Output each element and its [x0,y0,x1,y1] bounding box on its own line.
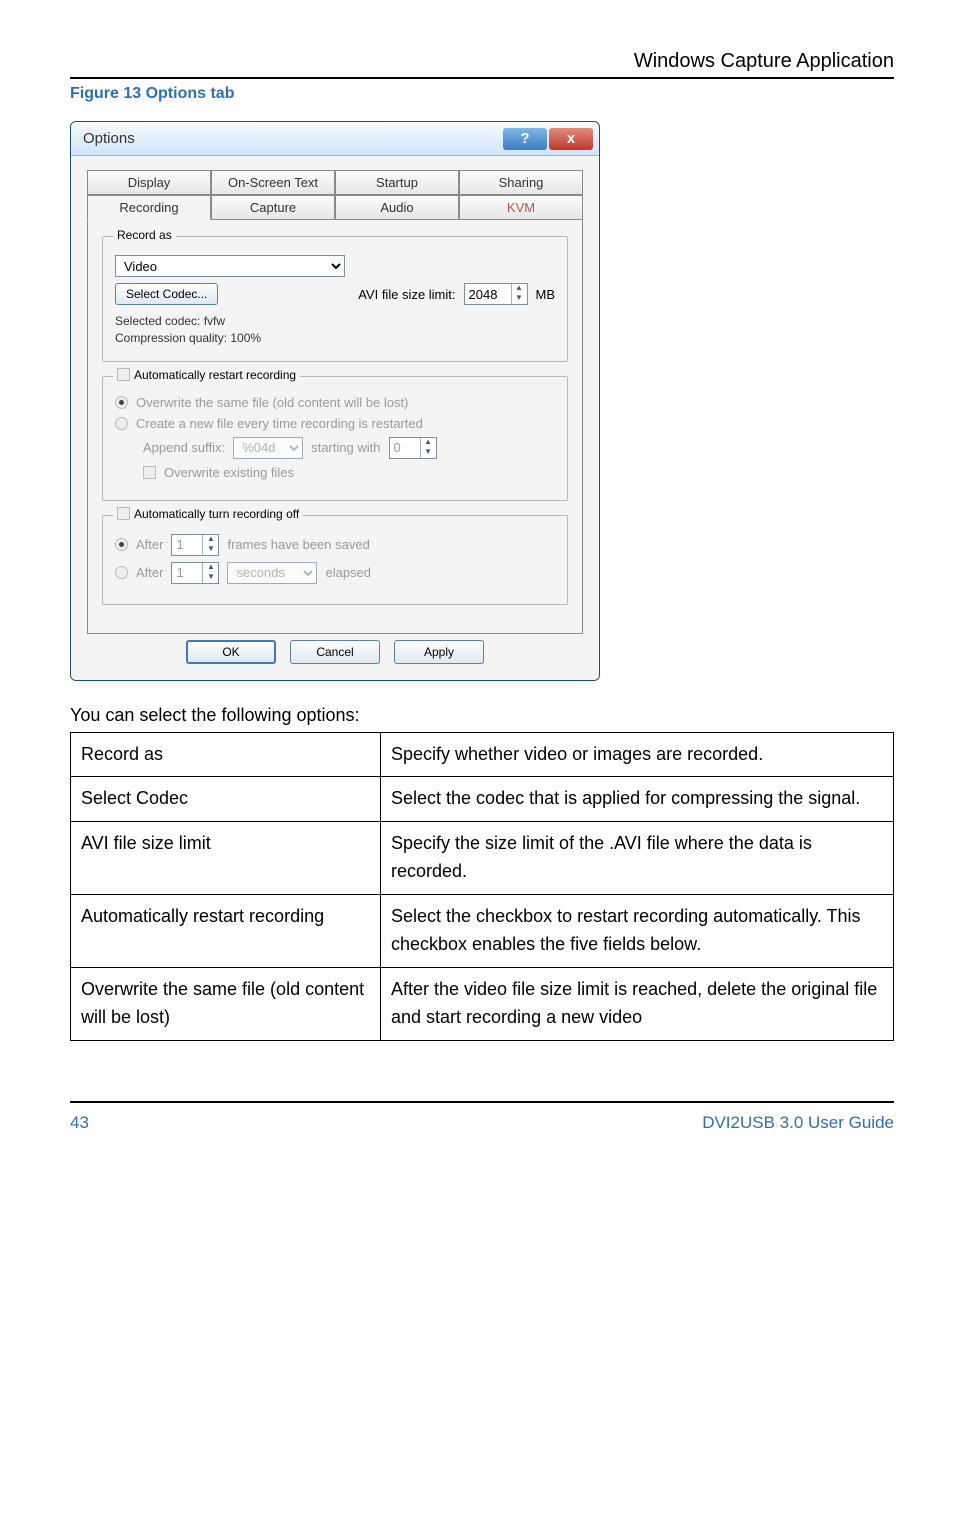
opt-desc: After the video file size limit is reach… [381,967,894,1040]
auto-off-label: Automatically turn recording off [134,507,299,521]
record-as-combo[interactable]: Video [115,255,345,277]
after-frames-label: After [136,537,163,552]
opt-name: AVI file size limit [71,822,381,895]
overwrite-existing-label: Overwrite existing files [164,465,294,480]
time-unit-combo[interactable]: seconds [227,562,317,584]
tab-sharing[interactable]: Sharing [459,170,583,195]
help-icon[interactable]: ? [503,128,547,150]
tab-startup[interactable]: Startup [335,170,459,195]
select-codec-button[interactable]: Select Codec... [115,283,218,305]
table-row: Overwrite the same file (old content wil… [71,967,894,1040]
table-row: Automatically restart recording Select t… [71,895,894,968]
codec-info-line1: Selected codec: fvfw [115,313,555,330]
overwrite-same-file-radio[interactable] [115,396,128,409]
avi-limit-label: AVI file size limit: [358,287,455,302]
apply-button[interactable]: Apply [394,640,484,664]
chevron-down-icon[interactable]: ▼ [202,545,218,555]
recording-panel: Record as Video Select Codec... AVI file… [87,220,583,634]
append-suffix-label: Append suffix: [143,440,225,455]
elapsed-label: elapsed [325,565,371,580]
ok-button[interactable]: OK [186,640,276,664]
auto-restart-checkbox[interactable] [117,368,130,381]
options-dialog: Options ? x Display On-Screen Text Start… [70,121,600,681]
after-frames-radio[interactable] [115,538,128,551]
overwrite-same-file-label: Overwrite the same file (old content wil… [136,395,408,410]
chevron-down-icon[interactable]: ▼ [511,294,527,304]
tab-audio[interactable]: Audio [335,195,459,220]
options-table: Record as Specify whether video or image… [70,732,894,1041]
table-row: AVI file size limit Specify the size lim… [71,822,894,895]
opt-desc: Specify whether video or images are reco… [381,732,894,777]
auto-off-group: Automatically turn recording off After ▲… [102,515,568,605]
record-as-group: Record as Video Select Codec... AVI file… [102,236,568,362]
tab-capture[interactable]: Capture [211,195,335,220]
tab-display[interactable]: Display [87,170,211,195]
opt-desc: Specify the size limit of the .AVI file … [381,822,894,895]
table-row: Select Codec Select the codec that is ap… [71,777,894,822]
close-icon[interactable]: x [549,128,593,150]
auto-off-checkbox[interactable] [117,507,130,520]
opt-desc: Select the codec that is applied for com… [381,777,894,822]
avi-limit-spinner[interactable]: ▲▼ [464,283,528,305]
opt-name: Automatically restart recording [71,895,381,968]
after-seconds-label: After [136,565,163,580]
starting-with-input[interactable] [390,438,420,458]
create-new-file-radio[interactable] [115,417,128,430]
avi-limit-input[interactable] [465,284,511,304]
auto-restart-label: Automatically restart recording [134,368,296,382]
append-suffix-combo[interactable]: %04d [233,437,303,459]
opt-name: Overwrite the same file (old content wil… [71,967,381,1040]
opt-name: Record as [71,732,381,777]
avi-limit-unit: MB [536,287,556,302]
opt-desc: Select the checkbox to restart recording… [381,895,894,968]
after-frames-text: frames have been saved [227,537,369,552]
table-row: Record as Specify whether video or image… [71,732,894,777]
figure-caption: Figure 13 Options tab [70,85,894,103]
after-frames-input[interactable] [172,535,202,555]
dialog-title: Options [83,130,135,147]
after-seconds-spinner[interactable]: ▲▼ [171,562,219,584]
cancel-button[interactable]: Cancel [290,640,380,664]
codec-info-line2: Compression quality: 100% [115,330,555,347]
tab-recording[interactable]: Recording [87,195,211,220]
page-footer: 43 DVI2USB 3.0 User Guide [70,1101,894,1133]
chevron-down-icon[interactable]: ▼ [202,573,218,583]
page-number: 43 [70,1113,89,1133]
after-seconds-input[interactable] [172,563,202,583]
titlebar: Options ? x [71,122,599,156]
opt-name: Select Codec [71,777,381,822]
guide-title: DVI2USB 3.0 User Guide [702,1113,894,1133]
starting-with-spinner[interactable]: ▲▼ [389,437,437,459]
after-frames-spinner[interactable]: ▲▼ [171,534,219,556]
overwrite-existing-checkbox[interactable] [143,466,156,479]
tab-kvm[interactable]: KVM [459,195,583,220]
create-new-file-label: Create a new file every time recording i… [136,416,423,431]
record-as-label: Record as [117,228,172,242]
table-intro: You can select the following options: [70,705,894,726]
starting-with-label: starting with [311,440,380,455]
after-seconds-radio[interactable] [115,566,128,579]
chevron-down-icon[interactable]: ▼ [420,448,436,458]
auto-restart-group: Automatically restart recording Overwrit… [102,376,568,501]
tab-onscreen-text[interactable]: On-Screen Text [211,170,335,195]
page-header-title: Windows Capture Application [70,50,894,79]
